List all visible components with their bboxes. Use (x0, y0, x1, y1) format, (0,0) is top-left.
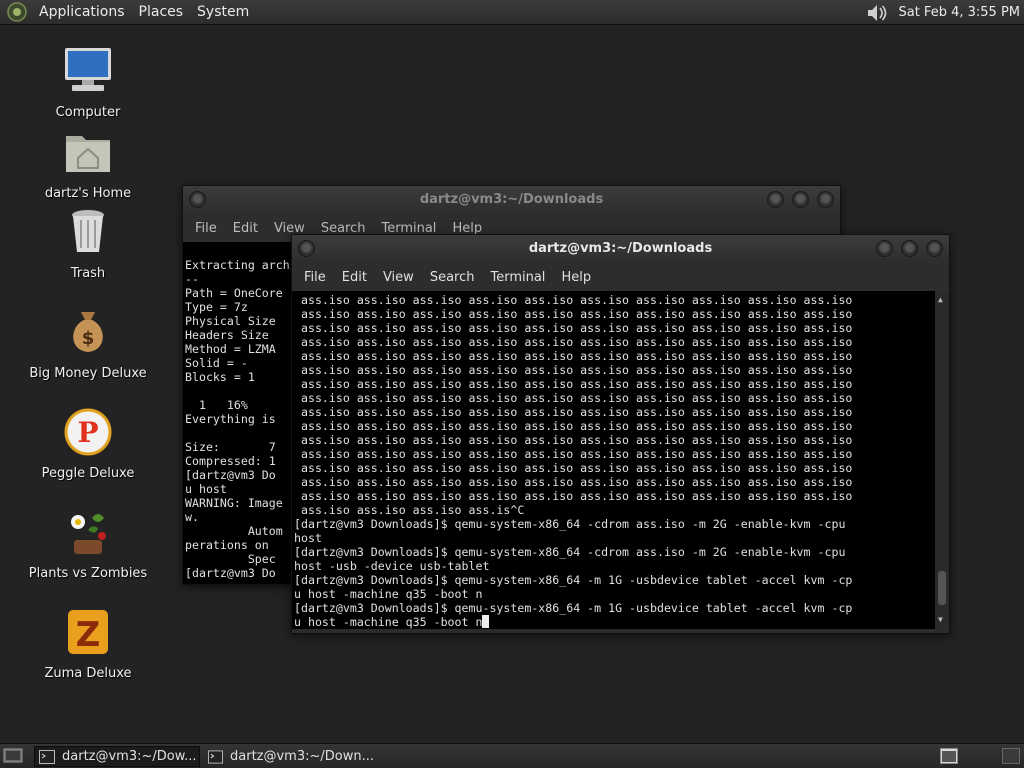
desktop-icon-plants-vs-zombies[interactable]: Plants vs Zombies (13, 506, 163, 581)
menu-edit[interactable]: Edit (225, 221, 266, 236)
desktop-icon-label: Peggle Deluxe (41, 466, 135, 481)
window-menu-button[interactable] (189, 191, 206, 208)
window-menubar: File Edit View Search Terminal Help (292, 263, 949, 291)
minimize-button[interactable] (767, 191, 784, 208)
menu-view[interactable]: View (375, 270, 422, 285)
terminal-text: ass.iso ass.iso ass.iso ass.iso ass.iso … (294, 293, 853, 629)
scroll-up-arrow-icon[interactable]: ▲ (938, 293, 943, 307)
workspace-2-icon[interactable] (1002, 748, 1020, 764)
desktop-icon-label: Big Money Deluxe (29, 366, 147, 381)
window-titlebar[interactable]: dartz@vm3:~/Downloads (183, 186, 840, 214)
window-titlebar[interactable]: dartz@vm3:~/Downloads (292, 235, 949, 263)
menu-file[interactable]: File (296, 270, 334, 285)
terminal-icon (208, 749, 223, 764)
money-bag-icon: $ (73, 312, 103, 352)
desktop-icon-big-money[interactable]: $ Big Money Deluxe (13, 306, 163, 381)
desktop-icon-home[interactable]: dartz's Home (13, 126, 163, 201)
close-button[interactable] (817, 191, 834, 208)
trash-icon (72, 210, 104, 252)
close-button[interactable] (926, 240, 943, 257)
terminal-cursor (482, 615, 490, 628)
volume-icon[interactable] (866, 3, 888, 23)
taskbar-item-label: dartz@vm3:~/Down... (230, 749, 374, 764)
taskbar-item-1[interactable]: dartz@vm3:~/Dow... (34, 746, 200, 767)
taskbar-item-2[interactable]: dartz@vm3:~/Down... (204, 746, 374, 767)
desktop-icon-computer[interactable]: Computer (13, 45, 163, 120)
desktop-icon-label: Trash (70, 266, 106, 281)
svg-text:$: $ (82, 328, 95, 349)
terminal-icon (39, 749, 55, 764)
desktop-icon-label: Computer (55, 105, 121, 120)
top-panel: Applications Places System Sat Feb 4, 3:… (0, 0, 1024, 25)
menu-help[interactable]: Help (553, 270, 599, 285)
desktop-icon-zuma[interactable]: Z Zuma Deluxe (13, 606, 163, 681)
desktop-icon-peggle[interactable]: P Peggle Deluxe (13, 406, 163, 481)
taskbar-item-label: dartz@vm3:~/Dow... (62, 749, 197, 764)
menu-search[interactable]: Search (422, 270, 483, 285)
window-title: dartz@vm3:~/Downloads (419, 192, 604, 207)
minimize-button[interactable] (876, 240, 893, 257)
zuma-icon: Z (68, 610, 108, 655)
window-title: dartz@vm3:~/Downloads (528, 241, 713, 256)
panel-clock[interactable]: Sat Feb 4, 3:55 PM (898, 5, 1024, 20)
system-menu[interactable]: System (190, 0, 256, 25)
desktop-icon-label: Plants vs Zombies (28, 566, 148, 581)
menu-terminal[interactable]: Terminal (482, 270, 553, 285)
scroll-down-arrow-icon[interactable]: ▼ (938, 613, 943, 627)
maximize-button[interactable] (792, 191, 809, 208)
terminal-scrollbar[interactable]: ▲ ▼ (935, 291, 949, 629)
flower-icon (71, 514, 106, 554)
svg-text:P: P (77, 416, 98, 449)
applications-menu[interactable]: Applications (32, 0, 132, 25)
show-desktop-icon[interactable] (3, 747, 23, 765)
workspace-switcher-icon[interactable] (940, 748, 958, 764)
maximize-button[interactable] (901, 240, 918, 257)
terminal-window-front[interactable]: dartz@vm3:~/Downloads File Edit View Sea… (291, 234, 950, 634)
menu-edit[interactable]: Edit (334, 270, 375, 285)
menu-file[interactable]: File (187, 221, 225, 236)
places-menu[interactable]: Places (132, 0, 191, 25)
desktop-icon-trash[interactable]: Trash (13, 206, 163, 281)
svg-text:Z: Z (76, 615, 101, 655)
window-menu-button[interactable] (298, 240, 315, 257)
terminal-output[interactable]: ass.iso ass.iso ass.iso ass.iso ass.iso … (292, 291, 949, 629)
peggle-icon: P (64, 408, 112, 456)
gnome-foot-icon[interactable] (6, 1, 28, 23)
bottom-panel: dartz@vm3:~/Dow... dartz@vm3:~/Down... (0, 743, 1024, 768)
home-folder-icon (66, 136, 110, 172)
computer-icon (65, 48, 111, 91)
desktop-icon-label: Zuma Deluxe (44, 666, 132, 681)
desktop-icon-label: dartz's Home (44, 186, 132, 201)
scrollbar-thumb[interactable] (938, 571, 946, 605)
